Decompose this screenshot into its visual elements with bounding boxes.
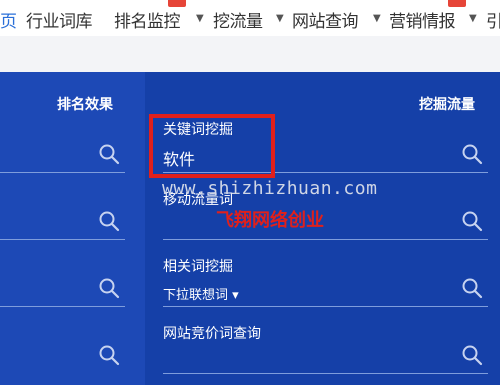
chevron-down-icon: ▼: [196, 13, 204, 24]
row-divider: [0, 306, 125, 307]
search-icon[interactable]: [461, 277, 483, 299]
search-icon[interactable]: [98, 277, 120, 299]
row-divider: [163, 306, 488, 307]
left-panel: 排名效果: [0, 72, 145, 385]
row-divider: [0, 239, 125, 240]
chevron-down-icon: ▼: [276, 13, 284, 24]
chevron-down-icon: ▼: [469, 13, 477, 24]
nav-item-traffic-mining[interactable]: 挖流量: [213, 7, 263, 32]
nav-item-marketing-intel[interactable]: 营销情报: [389, 7, 456, 32]
dropdown-suggest-words[interactable]: 下拉联想词 ▾: [163, 284, 239, 303]
right-panel-header: 挖掘流量: [419, 97, 475, 113]
menu-item-related-words[interactable]: 相关词挖掘: [163, 256, 233, 276]
search-icon[interactable]: [461, 210, 483, 232]
hot-badge: [168, 0, 186, 7]
nav-spacer: [0, 36, 500, 72]
row-divider: [163, 373, 488, 374]
row-divider: [0, 172, 125, 173]
nav-item-home[interactable]: 页: [0, 7, 17, 32]
top-navigation: 页 行业词库 排名监控 ▼ 挖流量 ▼ 网站查询 ▼ 营销情报 ▼ 引: [0, 0, 500, 36]
nav-item-more[interactable]: 引: [486, 7, 500, 32]
nav-item-rank-monitor[interactable]: 排名监控: [114, 7, 181, 32]
watermark-text: www.shizhizhuan.com: [162, 178, 378, 199]
search-icon[interactable]: [98, 210, 120, 232]
left-panel-header: 排名效果: [57, 97, 113, 113]
row-divider: [163, 239, 488, 240]
highlight-box: [149, 114, 275, 178]
red-label: 飞翔网络创业: [216, 210, 324, 231]
search-icon[interactable]: [461, 143, 483, 165]
chevron-down-icon: ▼: [373, 13, 381, 24]
search-icon[interactable]: [98, 344, 120, 366]
menu-item-bid-words[interactable]: 网站竞价词查询: [163, 323, 261, 343]
nav-item-industry-lexicon[interactable]: 行业词库: [26, 7, 93, 32]
search-icon[interactable]: [98, 143, 120, 165]
nav-item-site-query[interactable]: 网站查询: [292, 7, 359, 32]
hot-badge: [448, 0, 466, 7]
search-icon[interactable]: [461, 344, 483, 366]
